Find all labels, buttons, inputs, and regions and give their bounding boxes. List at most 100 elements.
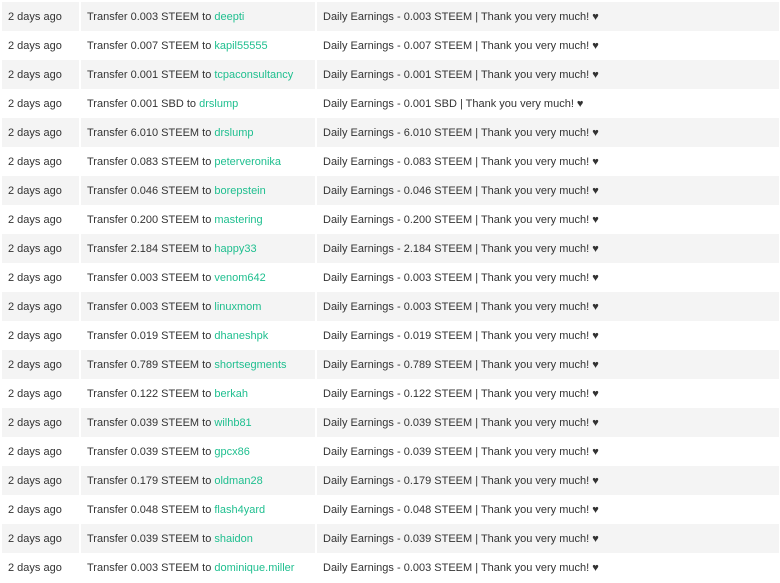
transfer-amount-text: Transfer 0.003 STEEM to — [87, 561, 212, 574]
transfer-description: Transfer 0.046 STEEM to borepstein — [79, 176, 315, 205]
recipient-account-link[interactable]: drslump — [199, 98, 238, 110]
transfer-description: Transfer 0.200 STEEM to mastering — [79, 205, 315, 234]
transfer-date: 2 days ago — [2, 350, 79, 379]
transfer-row: 2 days ago Transfer 6.010 STEEM to drslum… — [2, 118, 779, 147]
transfer-description: Transfer 0.789 STEEM to shortsegments — [79, 350, 315, 379]
transfer-memo: Daily Earnings - 0.046 STEEM | Thank you… — [315, 176, 779, 205]
transfer-date: 2 days ago — [2, 553, 79, 582]
transfer-date: 2 days ago — [2, 147, 79, 176]
recipient-account-link[interactable]: shaidon — [214, 533, 253, 545]
transfer-description: Transfer 0.003 STEEM to dominique.miller — [79, 553, 315, 582]
transfer-description: Transfer 0.039 STEEM to shaidon — [79, 524, 315, 553]
transfer-description: Transfer 0.039 STEEM to gpcx86 — [79, 437, 315, 466]
recipient-account-link[interactable]: dominique.miller — [214, 562, 294, 574]
transfer-amount-text: Transfer 0.039 STEEM to — [87, 532, 212, 545]
transfer-memo: Daily Earnings - 0.003 STEEM | Thank you… — [315, 2, 779, 31]
transfer-memo: Daily Earnings - 0.200 STEEM | Thank you… — [315, 205, 779, 234]
transfer-date: 2 days ago — [2, 263, 79, 292]
recipient-account-link[interactable]: shortsegments — [214, 359, 286, 371]
transfer-amount-text: Transfer 0.083 STEEM to — [87, 155, 212, 168]
transfer-memo: Daily Earnings - 0.039 STEEM | Thank you… — [315, 524, 779, 553]
recipient-account-link[interactable]: flash4yard — [214, 504, 265, 516]
transfer-row: 2 days ago Transfer 0.083 STEEM to peterv… — [2, 147, 779, 176]
transfer-row: 2 days ago Transfer 0.003 STEEM to linuxm… — [2, 292, 779, 321]
transfer-memo: Daily Earnings - 0.019 STEEM | Thank you… — [315, 321, 779, 350]
transfer-history-body: 2 days ago Transfer 0.003 STEEM to deepti… — [2, 2, 779, 582]
transfer-memo: Daily Earnings - 0.003 STEEM | Thank you… — [315, 263, 779, 292]
transfer-amount-text: Transfer 0.003 STEEM to — [87, 10, 212, 23]
transfer-date: 2 days ago — [2, 2, 79, 31]
recipient-account-link[interactable]: borepstein — [214, 185, 265, 197]
transfer-date: 2 days ago — [2, 31, 79, 60]
transfer-amount-text: Transfer 0.019 STEEM to — [87, 329, 212, 342]
transfer-row: 2 days ago Transfer 0.039 STEEM to shaido… — [2, 524, 779, 553]
transfer-row: 2 days ago Transfer 0.003 STEEM to venom6… — [2, 263, 779, 292]
transfer-amount-text: Transfer 0.046 STEEM to — [87, 184, 212, 197]
transfer-amount-text: Transfer 0.039 STEEM to — [87, 445, 212, 458]
recipient-account-link[interactable]: peterveronika — [214, 156, 281, 168]
transfer-date: 2 days ago — [2, 176, 79, 205]
transfer-description: Transfer 0.007 STEEM to kapil55555 — [79, 31, 315, 60]
recipient-account-link[interactable]: happy33 — [214, 243, 256, 255]
transfer-memo: Daily Earnings - 0.039 STEEM | Thank you… — [315, 437, 779, 466]
transfer-row: 2 days ago Transfer 0.048 STEEM to flash4… — [2, 495, 779, 524]
transfer-amount-text: Transfer 0.789 STEEM to — [87, 358, 212, 371]
transfer-date: 2 days ago — [2, 466, 79, 495]
transfer-row: 2 days ago Transfer 0.046 STEEM to boreps… — [2, 176, 779, 205]
transfer-memo: Daily Earnings - 0.003 STEEM | Thank you… — [315, 292, 779, 321]
transfer-date: 2 days ago — [2, 524, 79, 553]
transfer-description: Transfer 0.083 STEEM to peterveronika — [79, 147, 315, 176]
recipient-account-link[interactable]: drslump — [214, 127, 253, 139]
transfer-amount-text: Transfer 0.122 STEEM to — [87, 387, 212, 400]
transfer-memo: Daily Earnings - 2.184 STEEM | Thank you… — [315, 234, 779, 263]
transfer-description: Transfer 0.048 STEEM to flash4yard — [79, 495, 315, 524]
transfer-amount-text: Transfer 0.003 STEEM to — [87, 271, 212, 284]
transfer-date: 2 days ago — [2, 495, 79, 524]
transfer-amount-text: Transfer 0.001 STEEM to — [87, 68, 212, 81]
transfer-memo: Daily Earnings - 0.789 STEEM | Thank you… — [315, 350, 779, 379]
transfer-date: 2 days ago — [2, 292, 79, 321]
transfer-row: 2 days ago Transfer 0.001 SBD to drslump D… — [2, 89, 779, 118]
transfer-description: Transfer 2.184 STEEM to happy33 — [79, 234, 315, 263]
transfer-row: 2 days ago Transfer 0.179 STEEM to oldman… — [2, 466, 779, 495]
transfer-date: 2 days ago — [2, 321, 79, 350]
transfer-memo: Daily Earnings - 0.083 STEEM | Thank you… — [315, 147, 779, 176]
transfer-description: Transfer 0.003 STEEM to linuxmom — [79, 292, 315, 321]
transfer-amount-text: Transfer 0.007 STEEM to — [87, 39, 212, 52]
recipient-account-link[interactable]: dhaneshpk — [214, 330, 268, 342]
transfer-date: 2 days ago — [2, 408, 79, 437]
transfer-history-table: 2 days ago Transfer 0.003 STEEM to deepti… — [2, 2, 779, 582]
recipient-account-link[interactable]: linuxmom — [214, 301, 261, 313]
transfer-row: 2 days ago Transfer 0.039 STEEM to gpcx86… — [2, 437, 779, 466]
recipient-account-link[interactable]: deepti — [214, 11, 244, 23]
transfer-description: Transfer 0.179 STEEM to oldman28 — [79, 466, 315, 495]
transfer-description: Transfer 0.001 STEEM to tcpaconsultancy — [79, 60, 315, 89]
transfer-amount-text: Transfer 0.179 STEEM to — [87, 474, 212, 487]
transfer-date: 2 days ago — [2, 437, 79, 466]
transfer-memo: Daily Earnings - 0.001 STEEM | Thank you… — [315, 60, 779, 89]
transfer-date: 2 days ago — [2, 89, 79, 118]
recipient-account-link[interactable]: berkah — [214, 388, 248, 400]
transfer-amount-text: Transfer 0.039 STEEM to — [87, 416, 212, 429]
transfer-amount-text: Transfer 0.200 STEEM to — [87, 213, 212, 226]
transfer-row: 2 days ago Transfer 0.122 STEEM to berkah… — [2, 379, 779, 408]
transfer-memo: Daily Earnings - 0.001 SBD | Thank you v… — [315, 89, 779, 118]
recipient-account-link[interactable]: mastering — [214, 214, 262, 226]
transfer-date: 2 days ago — [2, 60, 79, 89]
recipient-account-link[interactable]: gpcx86 — [214, 446, 249, 458]
transfer-description: Transfer 0.001 SBD to drslump — [79, 89, 315, 118]
transfer-amount-text: Transfer 0.048 STEEM to — [87, 503, 212, 516]
recipient-account-link[interactable]: venom642 — [214, 272, 265, 284]
transfer-memo: Daily Earnings - 0.048 STEEM | Thank you… — [315, 495, 779, 524]
recipient-account-link[interactable]: tcpaconsultancy — [214, 69, 293, 81]
transfer-memo: Daily Earnings - 0.003 STEEM | Thank you… — [315, 553, 779, 582]
transfer-row: 2 days ago Transfer 0.200 STEEM to master… — [2, 205, 779, 234]
recipient-account-link[interactable]: wilhb81 — [214, 417, 251, 429]
transfer-memo: Daily Earnings - 0.179 STEEM | Thank you… — [315, 466, 779, 495]
recipient-account-link[interactable]: kapil55555 — [214, 40, 267, 52]
recipient-account-link[interactable]: oldman28 — [214, 475, 262, 487]
transfer-row: 2 days ago Transfer 0.789 STEEM to shorts… — [2, 350, 779, 379]
transfer-description: Transfer 0.122 STEEM to berkah — [79, 379, 315, 408]
transfer-date: 2 days ago — [2, 205, 79, 234]
transfer-row: 2 days ago Transfer 0.007 STEEM to kapil5… — [2, 31, 779, 60]
